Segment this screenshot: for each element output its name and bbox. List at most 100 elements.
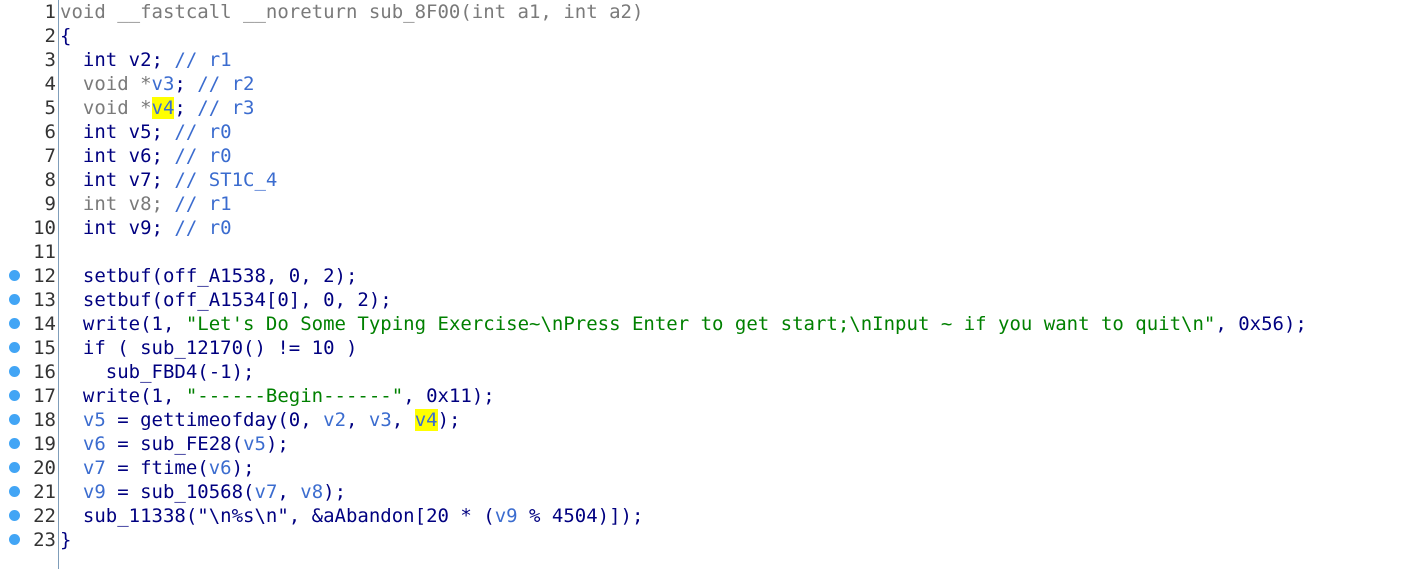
breakpoint-dot-icon[interactable] <box>9 342 20 353</box>
code-text[interactable]: v7 = ftime(v6); <box>60 456 255 480</box>
code-token[interactable]: v4 <box>151 97 175 119</box>
code-token[interactable]: = gettimeofday(0, <box>106 409 323 431</box>
code-token[interactable]: , 0x11); <box>403 385 495 407</box>
code-token[interactable]: // r0 <box>174 217 231 239</box>
code-line[interactable]: 22 sub_11338("\n%s\n", &aAbandon[20 * (v… <box>0 504 1416 528</box>
code-token[interactable]: int v6; <box>60 145 174 167</box>
breakpoint-dot-icon[interactable] <box>9 438 20 449</box>
code-token[interactable]: = sub_FE28( <box>106 433 243 455</box>
code-line[interactable]: 1 void __fastcall __noreturn sub_8F00(int… <box>0 0 1416 24</box>
code-token[interactable]: { <box>60 25 71 47</box>
code-line[interactable]: 4 void *v3; // r2 <box>0 72 1416 96</box>
code-text[interactable]: void __fastcall __noreturn sub_8F00(int … <box>60 0 643 24</box>
code-token[interactable]: if ( sub_12170() != 10 ) <box>60 337 358 359</box>
code-token[interactable]: write(1, <box>60 313 186 335</box>
code-token[interactable]: ; <box>174 97 197 119</box>
code-token[interactable] <box>60 481 83 503</box>
code-text[interactable]: v6 = sub_FE28(v5); <box>60 432 289 456</box>
code-token[interactable]: // r0 <box>174 121 231 143</box>
code-token[interactable]: setbuf(off_A1534[0], 0, 2); <box>60 289 392 311</box>
code-line[interactable]: 15 if ( sub_12170() != 10 ) <box>0 336 1416 360</box>
code-line[interactable]: 17 write(1, "------Begin------", 0x11); <box>0 384 1416 408</box>
code-token[interactable]: void * <box>60 73 152 95</box>
code-line[interactable]: 10 int v9; // r0 <box>0 216 1416 240</box>
code-token[interactable]: } <box>60 529 71 551</box>
code-line[interactable]: 9 int v8; // r1 <box>0 192 1416 216</box>
code-token[interactable]: , <box>392 409 415 431</box>
code-token[interactable]: void __fastcall __noreturn sub_8F00(int … <box>60 1 643 23</box>
breakpoint-dot-icon[interactable] <box>9 486 20 497</box>
breakpoint-dot-icon[interactable] <box>9 318 20 329</box>
code-line[interactable]: 19 v6 = sub_FE28(v5); <box>0 432 1416 456</box>
code-text[interactable]: { <box>60 24 71 48</box>
breakpoint-dot-icon[interactable] <box>9 414 20 425</box>
code-line[interactable]: 23} <box>0 528 1416 552</box>
code-token[interactable]: ; <box>174 73 197 95</box>
breakpoint-dot-icon[interactable] <box>9 390 20 401</box>
code-token[interactable]: v2 <box>323 409 346 431</box>
code-token[interactable]: ); <box>266 433 289 455</box>
code-text[interactable]: int v8; // r1 <box>60 192 232 216</box>
code-token[interactable]: v4 <box>414 409 438 431</box>
code-text[interactable]: } <box>60 528 71 552</box>
code-text[interactable]: sub_11338("\n%s\n", &aAbandon[20 * (v9 %… <box>60 504 644 528</box>
code-line[interactable]: 3 int v2; // r1 <box>0 48 1416 72</box>
code-text[interactable]: int v5; // r0 <box>60 120 232 144</box>
code-text[interactable]: int v9; // r0 <box>60 216 232 240</box>
code-token[interactable]: int v2; <box>60 49 174 71</box>
breakpoint-dot-icon[interactable] <box>9 294 20 305</box>
code-token[interactable]: , <box>277 481 300 503</box>
code-line[interactable]: 14 write(1, "Let's Do Some Typing Exerci… <box>0 312 1416 336</box>
code-token[interactable] <box>60 433 83 455</box>
code-token[interactable]: ); <box>232 457 255 479</box>
breakpoint-dot-icon[interactable] <box>9 510 20 521</box>
code-token[interactable]: = ftime( <box>106 457 209 479</box>
code-line[interactable]: 7 int v6; // r0 <box>0 144 1416 168</box>
code-token[interactable]: ); <box>438 409 461 431</box>
code-token[interactable]: v8 <box>300 481 323 503</box>
code-token[interactable]: // r3 <box>197 97 254 119</box>
code-token[interactable]: v3 <box>152 73 175 95</box>
code-text[interactable]: int v7; // ST1C_4 <box>60 168 277 192</box>
breakpoint-dot-icon[interactable] <box>9 270 20 281</box>
code-token[interactable]: v6 <box>209 457 232 479</box>
code-text[interactable]: int v2; // r1 <box>60 48 232 72</box>
code-line[interactable]: 12 setbuf(off_A1538, 0, 2); <box>0 264 1416 288</box>
code-line[interactable]: 21 v9 = sub_10568(v7, v8); <box>0 480 1416 504</box>
code-token[interactable]: "\n%s\n" <box>197 505 289 527</box>
breakpoint-dot-icon[interactable] <box>9 534 20 545</box>
code-token[interactable]: void * <box>60 97 152 119</box>
code-line[interactable]: 8 int v7; // ST1C_4 <box>0 168 1416 192</box>
code-token[interactable]: int v7; <box>60 169 174 191</box>
code-line[interactable]: 16 sub_FBD4(-1); <box>0 360 1416 384</box>
breakpoint-dot-icon[interactable] <box>9 366 20 377</box>
code-line[interactable]: 11 <box>0 240 1416 264</box>
code-token[interactable] <box>60 457 83 479</box>
code-text[interactable]: int v6; // r0 <box>60 144 232 168</box>
code-text[interactable]: void *v3; // r2 <box>60 72 255 96</box>
code-token[interactable]: ); <box>323 481 346 503</box>
code-token[interactable]: int v5; <box>60 121 174 143</box>
code-token[interactable]: sub_FBD4(-1); <box>60 361 255 383</box>
code-token[interactable]: , 0x56); <box>1215 313 1307 335</box>
code-token[interactable]: v5 <box>83 409 106 431</box>
code-token[interactable]: // ST1C_4 <box>174 169 277 191</box>
code-token[interactable]: = sub_10568( <box>106 481 254 503</box>
code-text[interactable]: sub_FBD4(-1); <box>60 360 255 384</box>
code-token[interactable]: // r1 <box>174 193 231 215</box>
code-line[interactable]: 6 int v5; // r0 <box>0 120 1416 144</box>
code-line[interactable]: 2{ <box>0 24 1416 48</box>
code-token[interactable]: // r0 <box>174 145 231 167</box>
code-token[interactable]: v7 <box>255 481 278 503</box>
code-text[interactable]: setbuf(off_A1538, 0, 2); <box>60 264 358 288</box>
code-line[interactable]: 20 v7 = ftime(v6); <box>0 456 1416 480</box>
code-token[interactable]: v6 <box>83 433 106 455</box>
breakpoint-dot-icon[interactable] <box>9 462 20 473</box>
pseudocode-view[interactable]: 1 void __fastcall __noreturn sub_8F00(int… <box>0 0 1416 569</box>
code-text[interactable]: write(1, "------Begin------", 0x11); <box>60 384 495 408</box>
code-token[interactable]: write(1, <box>60 385 186 407</box>
code-token[interactable]: , <box>346 409 369 431</box>
code-text[interactable]: if ( sub_12170() != 10 ) <box>60 336 358 360</box>
code-token[interactable]: v9 <box>495 505 518 527</box>
code-text[interactable]: write(1, "Let's Do Some Typing Exercise~… <box>60 312 1307 336</box>
